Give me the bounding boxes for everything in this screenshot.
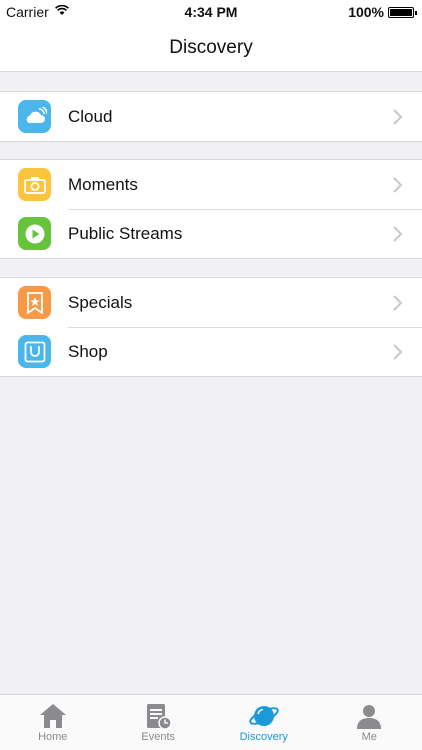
menu-item-label: Shop: [68, 342, 108, 361]
tab-home[interactable]: Home: [0, 695, 106, 750]
star-bookmark-icon: [18, 286, 51, 319]
play-icon: [18, 217, 51, 250]
menu-item-label: Specials: [68, 293, 133, 312]
navigation-bar: Discovery: [0, 24, 422, 72]
page-title: Discovery: [169, 37, 253, 58]
menu-item-public-streams[interactable]: Public Streams: [0, 209, 422, 258]
chevron-right-icon: [393, 226, 403, 242]
menu-item-label: Cloud: [68, 107, 113, 126]
menu-item-specials[interactable]: Specials: [0, 278, 422, 327]
shopping-bag-icon: [18, 335, 51, 368]
tab-events[interactable]: Events: [106, 695, 212, 750]
menu-group-moments: Moments Public Streams: [0, 159, 422, 259]
cloud-icon: [18, 100, 51, 133]
battery-icon: [388, 7, 417, 18]
menu-item-shop[interactable]: Shop: [0, 327, 422, 376]
chevron-right-icon: [393, 109, 403, 125]
planet-icon: [248, 706, 279, 726]
tab-discovery[interactable]: Discovery: [211, 695, 317, 750]
chevron-right-icon: [393, 344, 403, 360]
tab-me[interactable]: Me: [317, 695, 422, 750]
home-icon: [39, 704, 66, 728]
person-icon: [357, 705, 382, 729]
chevron-right-icon: [393, 177, 403, 193]
tab-label: Home: [38, 731, 68, 743]
menu-item-cloud[interactable]: Cloud: [0, 92, 422, 141]
tab-label: Events: [141, 731, 176, 743]
menu-group-specials: Specials Shop: [0, 277, 422, 377]
events-icon: [147, 704, 172, 730]
status-bar: Carrier 4:34 PM 100%: [0, 0, 422, 24]
tab-label: Discovery: [239, 731, 288, 743]
menu-item-moments[interactable]: Moments: [0, 160, 422, 209]
battery-percentage: 100%: [348, 4, 384, 20]
tab-bar: Home Events Discovery Me: [0, 694, 422, 750]
menu-item-label: Moments: [68, 175, 138, 194]
menu-item-label: Public Streams: [68, 224, 183, 243]
menu-group-cloud: Cloud: [0, 91, 422, 142]
tab-label: Me: [361, 731, 377, 743]
chevron-right-icon: [393, 295, 403, 311]
camera-icon: [18, 168, 51, 201]
